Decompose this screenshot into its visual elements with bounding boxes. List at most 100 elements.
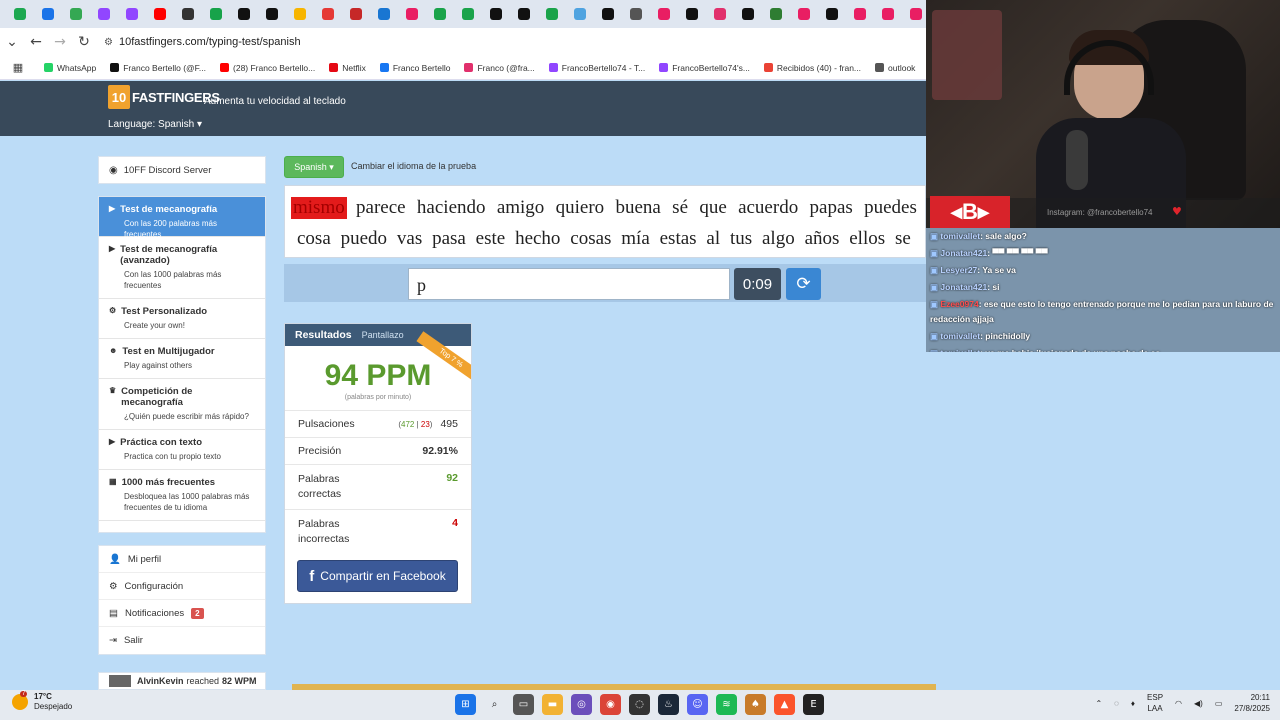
site-info-icon[interactable]: ⚙ <box>104 37 113 48</box>
bookmark-item[interactable]: Netflix <box>329 63 366 73</box>
site-logo[interactable]: 10 FASTFINGERS <box>108 85 220 109</box>
browser-tab[interactable] <box>454 0 482 28</box>
obs-icon[interactable]: ◎ <box>571 694 592 715</box>
notifications-link[interactable]: ▤ Notificaciones 2 <box>99 600 265 627</box>
forward-button[interactable]: → <box>48 34 72 50</box>
discord-link[interactable]: ◉ 10FF Discord Server <box>98 156 266 184</box>
browser-tab[interactable] <box>146 0 174 28</box>
browser-tab[interactable] <box>230 0 258 28</box>
browser-tab[interactable] <box>622 0 650 28</box>
browser-tab[interactable] <box>6 0 34 28</box>
browser-tab[interactable] <box>286 0 314 28</box>
browser-tab[interactable] <box>314 0 342 28</box>
profile-link[interactable]: 👤 Mi perfil <box>99 546 265 573</box>
bookmark-item[interactable]: outlook <box>875 63 915 73</box>
spotify-icon[interactable]: ≋ <box>716 694 737 715</box>
tray-mic-icon[interactable]: ♦ <box>1131 699 1135 708</box>
sidebar-item[interactable]: ♛ Competición de mecanografía ¿Quién puede… <box>99 379 265 430</box>
browser-tab[interactable] <box>370 0 398 28</box>
browser-tab[interactable] <box>426 0 454 28</box>
browser-tab[interactable] <box>538 0 566 28</box>
browser-tab[interactable] <box>510 0 538 28</box>
logout-link[interactable]: ⇥ Salir <box>99 627 265 654</box>
browser-tab[interactable] <box>90 0 118 28</box>
bookmark-item[interactable]: FrancoBertello74's... <box>659 63 750 73</box>
ticker-user[interactable]: AlvinKevin <box>137 676 184 686</box>
browser-tab[interactable] <box>566 0 594 28</box>
sidebar-item[interactable]: ☻ Test en Multijugador Play against others <box>99 339 265 379</box>
chat-username[interactable]: Ezee0974 <box>940 299 978 309</box>
chat-username[interactable]: tomivallet <box>940 231 980 241</box>
bookmark-item[interactable]: Franco (@fra... <box>464 63 535 73</box>
apps-icon[interactable]: ▦ <box>6 61 30 74</box>
reload-button[interactable]: ↻ <box>72 34 96 50</box>
sidebar-item[interactable]: ▶ Test de mecanografía (avanzado) Con las … <box>99 237 265 299</box>
restart-button[interactable]: ⟳ <box>786 268 821 300</box>
browser-tab[interactable] <box>202 0 230 28</box>
browser-tab[interactable] <box>762 0 790 28</box>
steam-icon[interactable]: ♨ <box>658 694 679 715</box>
sidebar-item[interactable]: ▦ 1000 más frecuentes Desbloquea las 1000 … <box>99 470 265 521</box>
chat-username[interactable]: Jonatan421 <box>940 248 987 258</box>
word: parece <box>356 197 406 218</box>
volume-icon[interactable]: ◀) <box>1194 699 1203 708</box>
browser-tab[interactable] <box>482 0 510 28</box>
browser-tab[interactable] <box>678 0 706 28</box>
chat-username[interactable]: Lesyer27 <box>940 265 977 275</box>
chat-username[interactable]: tomivallet <box>940 331 980 341</box>
bookmark-item[interactable]: (28) Franco Bertello... <box>220 63 315 73</box>
bookmark-item[interactable]: WhatsApp <box>44 63 96 73</box>
windows-start-icon[interactable]: ⊞ <box>455 694 476 715</box>
browser-tab[interactable] <box>734 0 762 28</box>
test-language-button[interactable]: Spanish ▾ <box>284 156 344 178</box>
browser-tab[interactable] <box>594 0 622 28</box>
browser-tab[interactable] <box>258 0 286 28</box>
bookmark-item[interactable]: Franco Bertello <box>379 63 450 73</box>
battery-icon[interactable]: ▭ <box>1215 699 1223 708</box>
input-language[interactable]: ESP LAA <box>1147 692 1163 714</box>
sidebar-item[interactable]: ▶ Práctica con texto Practica con tu propi… <box>99 430 265 470</box>
browser-tab[interactable] <box>846 0 874 28</box>
sidebar-item[interactable]: ▶ Test de mecanografía Con las 200 palabra… <box>99 197 265 239</box>
browser-tab[interactable] <box>342 0 370 28</box>
browser-tab[interactable] <box>34 0 62 28</box>
tray-chevron-icon[interactable]: ⌃ <box>1095 699 1102 708</box>
typing-input[interactable]: p <box>408 268 730 300</box>
share-facebook-button[interactable]: f Compartir en Facebook <box>297 560 458 592</box>
browser-tab[interactable] <box>706 0 734 28</box>
settings-link[interactable]: ⚙ Configuración <box>99 573 265 600</box>
file-explorer-icon[interactable]: ▬ <box>542 694 563 715</box>
bookmark-item[interactable]: Recibidos (40) - fran... <box>763 63 861 73</box>
wifi-icon[interactable]: ◠ <box>1175 699 1182 708</box>
chat-username[interactable]: Jonatan421 <box>940 282 987 292</box>
clock[interactable]: 20:11 27/8/2025 <box>1234 692 1270 714</box>
results-title[interactable]: Resultados <box>295 329 352 341</box>
back-button[interactable]: ← <box>24 34 48 50</box>
url-field[interactable]: ⚙ 10fastfingers.com/typing-test/spanish <box>104 36 301 48</box>
weather-widget[interactable]: 7 17°C Despejado <box>12 691 72 712</box>
chat-username[interactable]: tomivallet <box>940 348 980 352</box>
sidebar-item[interactable]: ⚙ Test Personalizado Create your own! <box>99 299 265 339</box>
bookmark-item[interactable]: Franco Bertello (@F... <box>110 63 206 73</box>
bookmark-item[interactable]: FrancoBertello74 - T... <box>548 63 645 73</box>
screenshot-tab[interactable]: Pantallazo <box>362 330 404 340</box>
search-icon[interactable]: ⌕ <box>484 694 505 715</box>
tab-list-icon[interactable]: ⌄ <box>0 34 24 50</box>
browser-tab[interactable] <box>174 0 202 28</box>
browser-tab[interactable] <box>398 0 426 28</box>
browser-tab[interactable] <box>62 0 90 28</box>
discord-icon[interactable]: ☺ <box>687 694 708 715</box>
app-icon[interactable]: ♠ <box>745 694 766 715</box>
task-view-icon[interactable]: ▭ <box>513 694 534 715</box>
epic-icon[interactable]: E <box>803 694 824 715</box>
browser-tab[interactable] <box>818 0 846 28</box>
chrome-icon[interactable]: ◉ <box>600 694 621 715</box>
obs-studio-icon[interactable]: ◌ <box>629 694 650 715</box>
browser-tab[interactable] <box>790 0 818 28</box>
browser-tab[interactable] <box>874 0 902 28</box>
brave-icon[interactable]: ▲ <box>774 694 795 715</box>
tray-network-icon[interactable]: ◌ <box>1114 699 1119 708</box>
browser-tab[interactable] <box>118 0 146 28</box>
browser-tab[interactable] <box>650 0 678 28</box>
language-select[interactable]: Language: Spanish ▾ <box>108 119 202 130</box>
